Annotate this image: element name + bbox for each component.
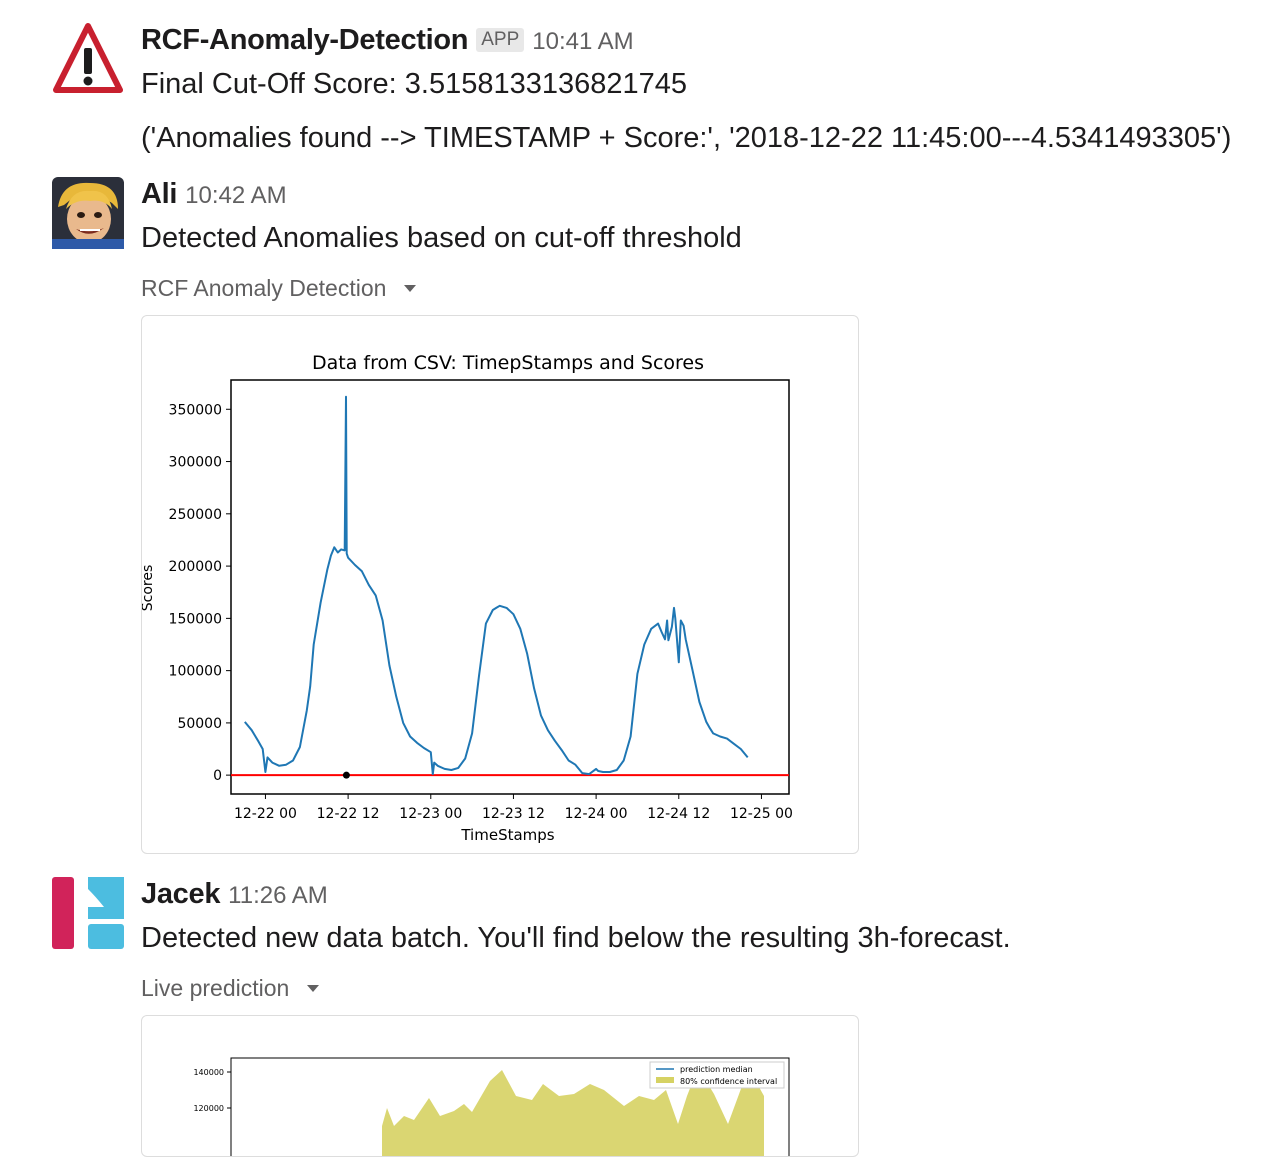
image-attachment[interactable]: 140000 120000 prediction median 80% conf… [141,1015,859,1157]
x-tick-label: 12-24 12 [647,806,710,822]
file-label[interactable]: RCF Anomaly Detection [141,275,417,302]
avatar[interactable] [52,877,124,949]
y-tick-label: 140000 [193,1068,224,1077]
y-tick-label: 120000 [193,1104,224,1113]
y-tick-label: 250000 [169,507,222,523]
x-tick-label: 12-22 12 [317,806,380,822]
timestamp[interactable]: 10:42 AM [185,182,286,209]
anomaly-point [342,771,350,779]
timestamp[interactable]: 10:41 AM [532,28,633,55]
y-tick-label: 150000 [169,611,222,627]
y-tick-label: 300000 [169,455,222,471]
x-axis-label: TimeStamps [460,826,554,844]
y-tick-label: 0 [213,768,222,784]
message-text: Final Cut-Off Score: 3.5158133136821745 [141,68,688,100]
timestamp[interactable]: 11:26 AM [228,882,328,909]
file-label[interactable]: Live prediction [141,975,320,1002]
x-tick-label: 12-22 00 [234,806,297,822]
message-text: ('Anomalies found --> TIMESTAMP + Score:… [141,122,1232,154]
chevron-down-icon[interactable] [404,285,417,292]
avatar[interactable] [52,177,124,249]
forecast-chart: 140000 120000 prediction median 80% conf… [193,1057,790,1156]
x-tick-label: 12-25 00 [730,806,793,822]
x-tick-label: 12-23 12 [482,806,545,822]
file-name[interactable]: Live prediction [141,975,289,1001]
chart-title: Data from CSV: TimepStamps and Scores [312,352,704,374]
y-tick-label: 200000 [169,559,222,575]
sender-name[interactable]: Ali [141,178,177,210]
x-tick-label: 12-23 00 [399,806,462,822]
chevron-down-icon[interactable] [307,985,320,992]
sender-name[interactable]: Jacek [141,878,220,910]
legend-entry: prediction median [680,1065,753,1074]
sender-name[interactable]: RCF-Anomaly-Detection [141,24,469,56]
y-axis-label: Scores [142,565,156,612]
warning-icon[interactable] [52,20,124,96]
image-attachment[interactable]: Data from CSV: TimepStamps and Scores 0 5… [141,315,859,854]
line-chart: Data from CSV: TimepStamps and Scores 0 5… [142,352,793,844]
app-badge: APP [476,28,525,52]
legend-entry: 80% confidence interval [680,1077,777,1086]
y-tick-label: 350000 [169,402,222,418]
file-name[interactable]: RCF Anomaly Detection [141,275,386,301]
legend-swatch [656,1077,674,1083]
message-text: Detected new data batch. You'll find bel… [141,922,1011,954]
legend: prediction median 80% confidence interva… [649,1061,785,1089]
x-tick-label: 12-24 00 [565,806,628,822]
y-tick-label: 50000 [177,716,222,732]
y-tick-label: 100000 [169,664,222,680]
plot-area [230,379,790,795]
message-text: Detected Anomalies based on cut-off thre… [141,222,742,254]
